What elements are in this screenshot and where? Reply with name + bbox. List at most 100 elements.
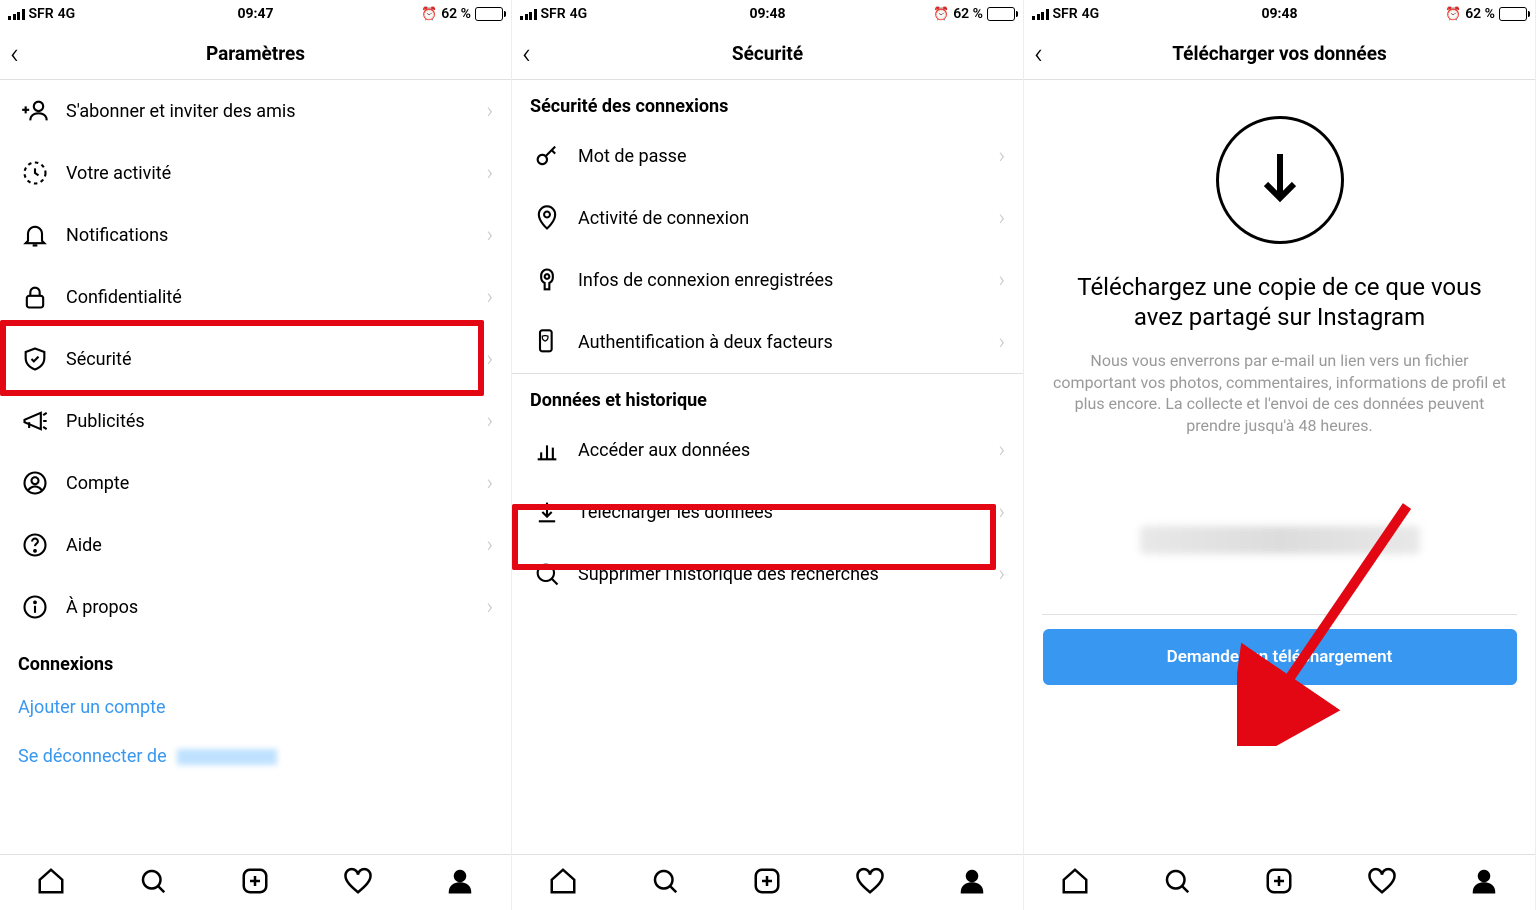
signal-icon — [8, 9, 25, 20]
tab-new[interactable] — [752, 866, 782, 900]
row-notifications[interactable]: Notifications › — [0, 204, 511, 266]
carrier-label: SFR — [541, 6, 566, 22]
back-button[interactable]: ‹ — [10, 36, 19, 71]
tab-search[interactable] — [1162, 866, 1192, 900]
shield-check-icon — [18, 345, 52, 373]
page-title: Paramètres — [206, 42, 305, 65]
signal-icon — [520, 9, 537, 20]
request-download-button[interactable]: Demander un téléchargement — [1043, 629, 1517, 685]
tab-home[interactable] — [548, 866, 578, 900]
chevron-icon: › — [486, 99, 493, 124]
chevron-icon: › — [486, 223, 493, 248]
nav-header: ‹ Paramètres — [0, 28, 511, 80]
alarm-icon: ⏰ — [1445, 7, 1461, 22]
row-label: Télécharger les données — [578, 502, 998, 523]
clock: 09:48 — [1261, 6, 1297, 22]
tab-bar — [1024, 854, 1535, 910]
alarm-icon: ⏰ — [421, 7, 437, 22]
row-account[interactable]: Compte › — [0, 452, 511, 514]
network-label: 4G — [1082, 6, 1100, 22]
chevron-icon: › — [486, 595, 493, 620]
section-data-history: Données et historique — [512, 374, 1023, 419]
chevron-icon: › — [486, 471, 493, 496]
tab-new[interactable] — [1264, 866, 1294, 900]
screen-settings: SFR 4G 09:47 ⏰ 62 % ‹ Paramètres S'abonn… — [0, 0, 512, 910]
tab-search[interactable] — [138, 866, 168, 900]
section-connections: Connexions — [0, 638, 511, 683]
chevron-icon: › — [998, 206, 1005, 231]
download-heading: Téléchargez une copie de ce que vous ave… — [1042, 272, 1517, 332]
row-download-data[interactable]: Télécharger les données › — [512, 481, 1023, 543]
carrier-label: SFR — [1053, 6, 1078, 22]
row-privacy[interactable]: Confidentialité › — [0, 266, 511, 328]
chevron-icon: › — [998, 144, 1005, 169]
tab-home[interactable] — [1060, 866, 1090, 900]
row-label: Authentification à deux facteurs — [578, 332, 998, 353]
chevron-icon: › — [998, 562, 1005, 587]
row-label: Publicités — [66, 411, 486, 432]
row-about[interactable]: À propos › — [0, 576, 511, 638]
row-password[interactable]: Mot de passe › — [512, 125, 1023, 187]
row-activity[interactable]: Votre activité › — [0, 142, 511, 204]
chevron-icon: › — [486, 347, 493, 372]
tab-profile[interactable] — [957, 866, 987, 900]
user-circle-icon — [18, 469, 52, 497]
tab-new[interactable] — [240, 866, 270, 900]
tab-profile[interactable] — [1469, 866, 1499, 900]
tab-activity[interactable] — [343, 866, 373, 900]
tab-search[interactable] — [650, 866, 680, 900]
chevron-icon: › — [998, 438, 1005, 463]
chevron-icon: › — [486, 161, 493, 186]
row-label: Activité de connexion — [578, 208, 998, 229]
row-2fa[interactable]: Authentification à deux facteurs › — [512, 311, 1023, 373]
download-hero-icon — [1216, 116, 1344, 244]
row-login-activity[interactable]: Activité de connexion › — [512, 187, 1023, 249]
row-label: Confidentialité — [66, 287, 486, 308]
row-help[interactable]: Aide › — [0, 514, 511, 576]
status-bar: SFR 4G 09:48 ⏰ 62 % — [512, 0, 1023, 28]
search-icon — [530, 560, 564, 588]
tab-activity[interactable] — [855, 866, 885, 900]
phone-shield-icon — [530, 328, 564, 356]
link-logout[interactable]: Se déconnecter de — [0, 732, 511, 781]
status-bar: SFR 4G 09:48 ⏰ 62 % — [1024, 0, 1535, 28]
row-access-data[interactable]: Accéder aux données › — [512, 419, 1023, 481]
row-label: Mot de passe — [578, 146, 998, 167]
bell-icon — [18, 221, 52, 249]
row-label: Notifications — [66, 225, 486, 246]
blurred-username — [177, 749, 277, 765]
back-button[interactable]: ‹ — [1034, 36, 1043, 71]
tab-bar — [512, 854, 1023, 910]
page-title: Sécurité — [732, 42, 803, 65]
battery-percent: 62 % — [441, 6, 471, 22]
tab-profile[interactable] — [445, 866, 475, 900]
row-saved-login[interactable]: Infos de connexion enregistrées › — [512, 249, 1023, 311]
clock: 09:48 — [749, 6, 785, 22]
nav-header: ‹ Sécurité — [512, 28, 1023, 80]
help-icon — [18, 531, 52, 559]
row-security[interactable]: Sécurité › — [0, 328, 511, 390]
carrier-label: SFR — [29, 6, 54, 22]
pin-icon — [530, 204, 564, 232]
tab-home[interactable] — [36, 866, 66, 900]
row-label: Aide — [66, 535, 486, 556]
clock: 09:47 — [237, 6, 273, 22]
network-label: 4G — [570, 6, 588, 22]
bar-chart-icon — [530, 436, 564, 464]
screen-download-data: SFR 4G 09:48 ⏰ 62 % ‹ Télécharger vos do… — [1024, 0, 1536, 910]
back-button[interactable]: ‹ — [522, 36, 531, 71]
row-follow-invite[interactable]: S'abonner et inviter des amis › — [0, 80, 511, 142]
chevron-icon: › — [486, 409, 493, 434]
row-label: Accéder aux données — [578, 440, 998, 461]
row-clear-search[interactable]: Supprimer l'historique des recherches › — [512, 543, 1023, 605]
download-description: Nous vous enverrons par e-mail un lien v… — [1042, 350, 1517, 436]
tab-activity[interactable] — [1367, 866, 1397, 900]
link-add-account[interactable]: Ajouter un compte — [0, 683, 511, 732]
tab-bar — [0, 854, 511, 910]
chevron-icon: › — [998, 268, 1005, 293]
signal-icon — [1032, 9, 1049, 20]
status-bar: SFR 4G 09:47 ⏰ 62 % — [0, 0, 511, 28]
row-ads[interactable]: Publicités › — [0, 390, 511, 452]
clock-icon — [18, 159, 52, 187]
screen-security: SFR 4G 09:48 ⏰ 62 % ‹ Sécurité Sécurité … — [512, 0, 1024, 910]
